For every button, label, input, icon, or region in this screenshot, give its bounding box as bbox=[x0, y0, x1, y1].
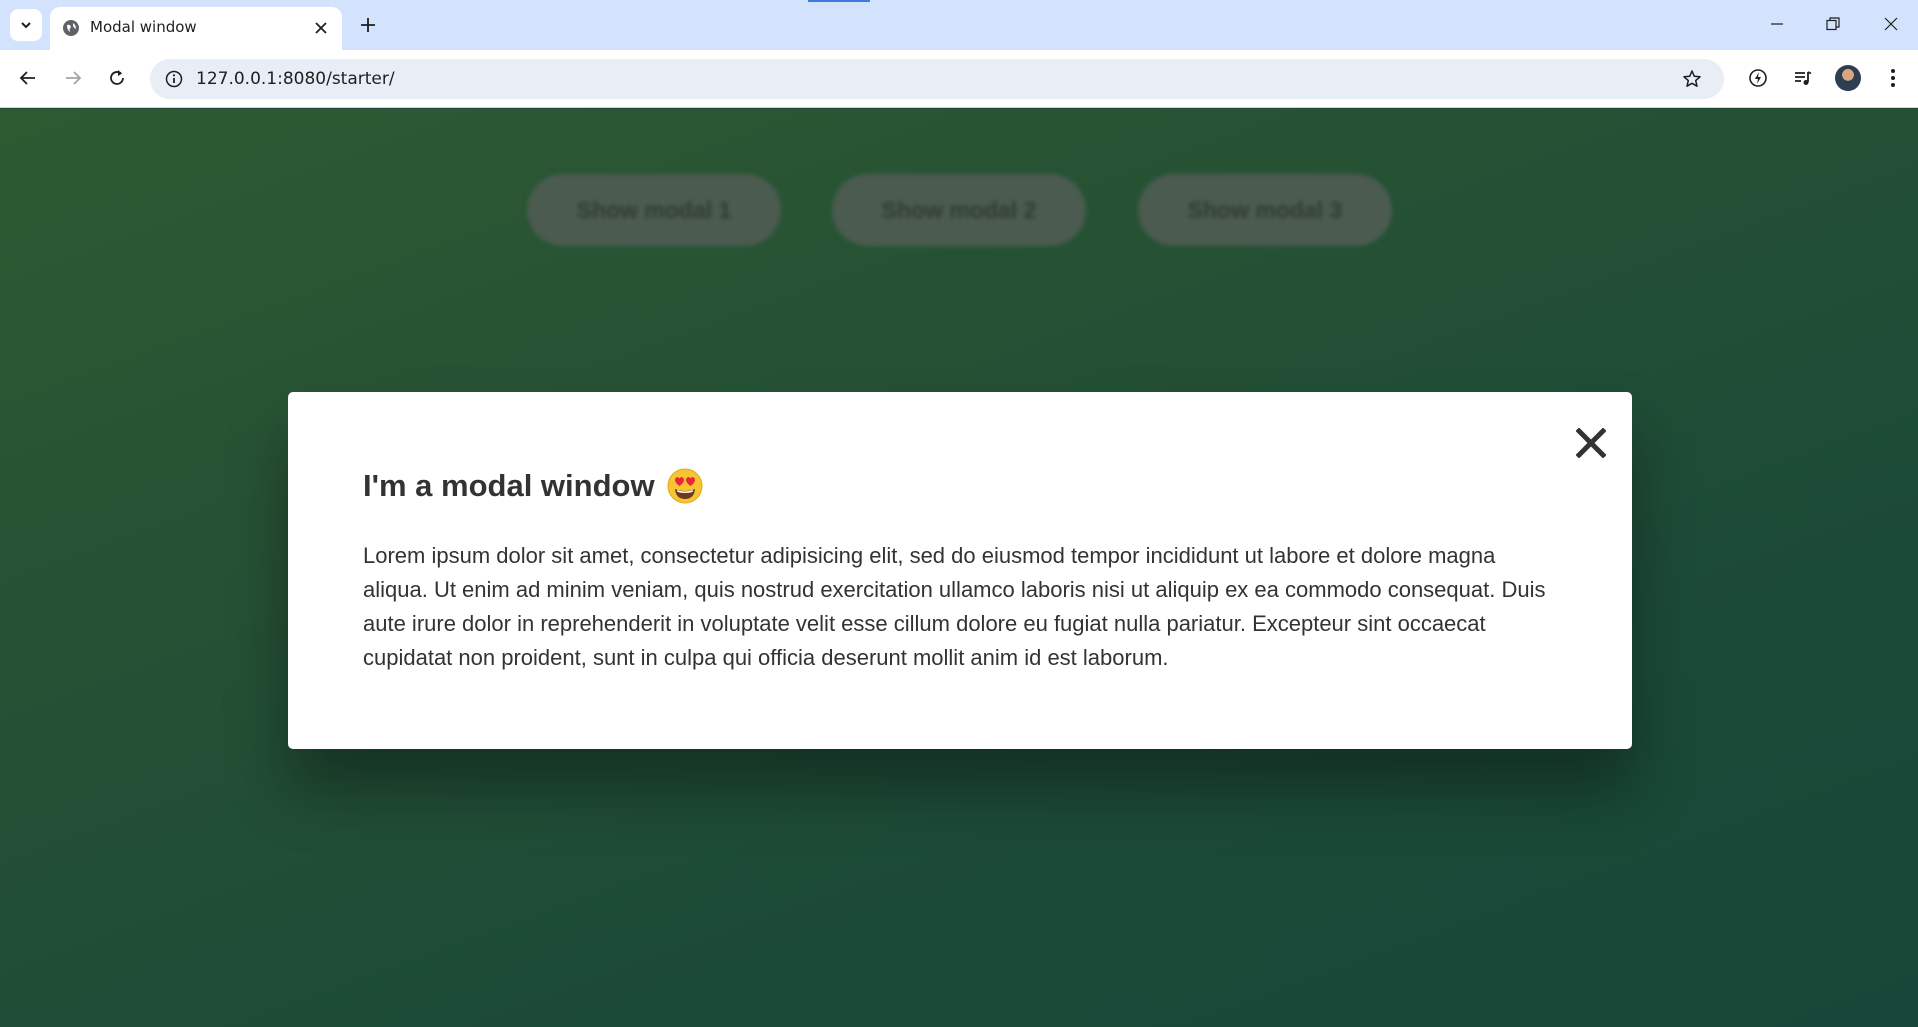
speed-icon bbox=[1749, 69, 1767, 87]
page-content: Show modal 1 Show modal 2 Show modal 3 I… bbox=[0, 109, 1918, 1027]
browser-tab[interactable]: Modal window bbox=[50, 7, 342, 50]
info-icon bbox=[165, 70, 183, 88]
arrow-right-icon bbox=[66, 71, 82, 85]
reload-icon bbox=[110, 70, 124, 85]
minimize-button[interactable] bbox=[1754, 6, 1800, 42]
minimize-icon bbox=[1771, 23, 1783, 25]
tab-strip: Modal window bbox=[0, 0, 1918, 50]
show-modal-3-button[interactable]: Show modal 3 bbox=[1138, 174, 1392, 246]
chevron-down-icon bbox=[21, 22, 31, 29]
tab-search-button[interactable] bbox=[10, 9, 42, 41]
modal-window: I'm a modal window Lorem ipsum dolor sit… bbox=[288, 392, 1632, 749]
new-tab-button[interactable] bbox=[352, 9, 384, 41]
close-icon bbox=[315, 22, 327, 34]
forward-button[interactable] bbox=[56, 61, 90, 95]
close-icon bbox=[1576, 428, 1606, 458]
close-icon bbox=[1884, 17, 1898, 31]
more-vertical-icon bbox=[1891, 69, 1895, 87]
bookmark-button[interactable] bbox=[1678, 65, 1706, 93]
back-button[interactable] bbox=[11, 61, 45, 95]
playlist-icon bbox=[1795, 71, 1812, 85]
url-text: 127.0.0.1:8080/starter/ bbox=[196, 69, 395, 89]
close-modal-button[interactable] bbox=[1568, 420, 1614, 466]
profile-avatar[interactable] bbox=[1835, 65, 1861, 91]
menu-button[interactable] bbox=[1876, 61, 1910, 95]
star-icon bbox=[1683, 70, 1701, 87]
browser-toolbar: 127.0.0.1:8080/starter/ bbox=[0, 50, 1918, 108]
performance-button[interactable] bbox=[1741, 61, 1775, 95]
media-control-button[interactable] bbox=[1786, 61, 1820, 95]
arrow-left-icon bbox=[19, 71, 35, 85]
site-info-button[interactable] bbox=[160, 65, 188, 93]
tab-title: Modal window bbox=[90, 18, 197, 36]
tab-close-button[interactable] bbox=[310, 17, 332, 39]
window-close-button[interactable] bbox=[1868, 6, 1914, 42]
modal-title: I'm a modal window bbox=[363, 468, 703, 504]
modal-body-text: Lorem ipsum dolor sit amet, consectetur … bbox=[363, 543, 1546, 670]
show-modal-2-button[interactable]: Show modal 2 bbox=[832, 174, 1086, 246]
address-bar[interactable]: 127.0.0.1:8080/starter/ bbox=[150, 59, 1724, 99]
heart-eyes-emoji-icon bbox=[667, 468, 703, 504]
tab-indicator bbox=[808, 0, 870, 2]
globe-icon bbox=[63, 20, 79, 36]
show-modal-1-button[interactable]: Show modal 1 bbox=[527, 174, 781, 246]
reload-button[interactable] bbox=[100, 61, 134, 95]
plus-icon bbox=[361, 18, 375, 32]
restore-icon bbox=[1826, 17, 1840, 31]
restore-button[interactable] bbox=[1810, 6, 1856, 42]
modal-title-text: I'm a modal window bbox=[363, 468, 655, 503]
